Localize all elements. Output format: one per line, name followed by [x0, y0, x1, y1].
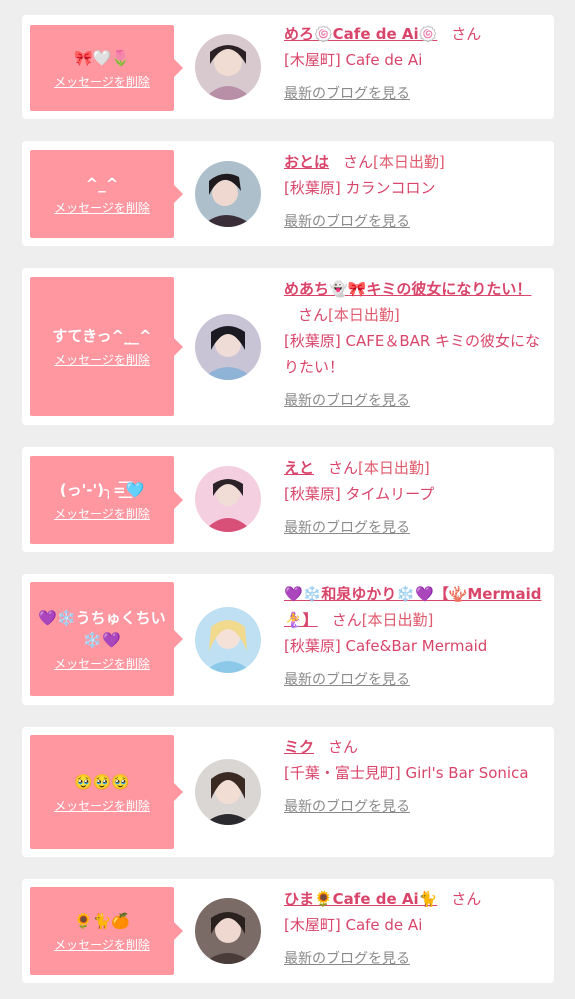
delete-message-link[interactable]: メッセージを削除: [54, 797, 150, 814]
name-line: ミク さん: [284, 734, 546, 760]
name-line: えと さん[本日出勤]: [284, 455, 546, 481]
delete-message-link[interactable]: メッセージを削除: [54, 73, 150, 90]
message-text: 🥹🥹🥹: [73, 772, 131, 791]
name-line: めあち👻🎀キミの彼女になりたい！ さん[本日出勤]: [284, 276, 546, 328]
message-bubble: 🎀🤍🌷 メッセージを削除: [30, 25, 183, 111]
avatar[interactable]: [195, 466, 261, 532]
card-info: めあち👻🎀キミの彼女になりたい！ さん[本日出勤] [秋葉原] CAFE＆BAR …: [284, 276, 546, 414]
honorific: さん: [451, 25, 482, 43]
avatar[interactable]: [195, 607, 261, 673]
message-text: (っ'-')╮=͟͟͞͞🩵: [59, 480, 145, 499]
card-info: ミク さん [千葉・富士見町] Girl's Bar Sonica 最新のブログを…: [284, 734, 546, 820]
cast-name-link[interactable]: おとは: [284, 153, 329, 171]
message-bubble: 💜❄️うちゅくちい❄️💜 メッセージを削除: [30, 582, 183, 696]
status-text: [本日出勤]: [358, 459, 430, 477]
cast-name-link[interactable]: めあち👻🎀キミの彼女になりたい！: [284, 280, 531, 298]
latest-blog-link[interactable]: 最新のブログを見る: [284, 667, 546, 693]
card-info: ひま🌻Cafe de Ai🐈 さん [木屋町] Cafe de Ai 最新のブログ…: [284, 886, 546, 972]
shop-name: [秋葉原] タイムリープ: [284, 485, 435, 503]
honorific: さん: [331, 611, 362, 629]
message-card: 🎀🤍🌷 メッセージを削除 めろ🍥Cafe de Ai🍥 さん [木屋町] Cafe…: [22, 15, 554, 119]
message-text: ^_^: [85, 174, 119, 193]
status-text: [本日出勤]: [328, 306, 400, 324]
cast-name-link[interactable]: ひま🌻Cafe de Ai🐈: [284, 890, 437, 908]
message-card: ^_^ メッセージを削除 おとは さん[本日出勤] [秋葉原] カランコロン 最新…: [22, 141, 554, 246]
delete-message-link[interactable]: メッセージを削除: [54, 505, 150, 522]
message-bubble: ^_^ メッセージを削除: [30, 150, 183, 238]
honorific: さん: [451, 890, 482, 908]
latest-blog-link[interactable]: 最新のブログを見る: [284, 388, 546, 414]
cast-name-link[interactable]: めろ🍥Cafe de Ai🍥: [284, 25, 437, 43]
shop-name: [木屋町] Cafe de Ai: [284, 916, 423, 934]
avatar[interactable]: [195, 161, 261, 227]
name-line: めろ🍥Cafe de Ai🍥 さん: [284, 21, 546, 47]
message-text: 🎀🤍🌷: [73, 48, 131, 67]
message-bubble: すてきっ^_̮_^ メッセージを削除: [30, 277, 183, 416]
shop-name: [木屋町] Cafe de Ai: [284, 51, 423, 69]
delete-message-link[interactable]: メッセージを削除: [54, 351, 150, 368]
card-info: めろ🍥Cafe de Ai🍥 さん [木屋町] Cafe de Ai 最新のブログ…: [284, 21, 546, 107]
message-card: すてきっ^_̮_^ メッセージを削除 めあち👻🎀キミの彼女になりたい！ さん[本日…: [22, 268, 554, 425]
latest-blog-link[interactable]: 最新のブログを見る: [284, 209, 546, 235]
cast-name-link[interactable]: ミク: [284, 738, 314, 756]
message-text: 💜❄️うちゅくちい❄️💜: [38, 608, 166, 649]
message-bubble: (っ'-')╮=͟͟͞͞🩵 メッセージを削除: [30, 456, 183, 544]
latest-blog-link[interactable]: 最新のブログを見る: [284, 794, 546, 820]
name-line: おとは さん[本日出勤]: [284, 149, 546, 175]
status-text: [本日出勤]: [373, 153, 445, 171]
shop-name: [千葉・富士見町] Girl's Bar Sonica: [284, 764, 529, 782]
latest-blog-link[interactable]: 最新のブログを見る: [284, 946, 546, 972]
message-card: 💜❄️うちゅくちい❄️💜 メッセージを削除 💜❄️和泉ゆかり❄️💜【🪸Merma…: [22, 574, 554, 705]
name-line: 💜❄️和泉ゆかり❄️💜【🪸Mermaid🧜‍♀️】 さん[本日出勤]: [284, 581, 546, 633]
shop-name: [秋葉原] Cafe&Bar Mermaid: [284, 637, 488, 655]
avatar[interactable]: [195, 314, 261, 380]
latest-blog-link[interactable]: 最新のブログを見る: [284, 81, 546, 107]
card-info: 💜❄️和泉ゆかり❄️💜【🪸Mermaid🧜‍♀️】 さん[本日出勤] [秋葉原] …: [284, 581, 546, 693]
message-bubble: 🌻🐈🍊 メッセージを削除: [30, 887, 183, 975]
message-text: 🌻🐈🍊: [73, 911, 131, 930]
message-bubble: 🥹🥹🥹 メッセージを削除: [30, 735, 183, 849]
honorific: さん: [328, 459, 359, 477]
latest-blog-link[interactable]: 最新のブログを見る: [284, 515, 546, 541]
honorific: さん: [343, 153, 374, 171]
message-card: 🥹🥹🥹 メッセージを削除 ミク さん [千葉・富士見町] Girl's Bar S…: [22, 727, 554, 857]
status-text: [本日出勤]: [361, 611, 434, 629]
honorific: さん: [328, 738, 359, 756]
avatar[interactable]: [195, 34, 261, 100]
avatar[interactable]: [195, 759, 261, 825]
honorific: さん: [298, 306, 329, 324]
message-card: 🌻🐈🍊 メッセージを削除 ひま🌻Cafe de Ai🐈 さん [木屋町] Cafe…: [22, 879, 554, 983]
message-card: (っ'-')╮=͟͟͞͞🩵 メッセージを削除 えと さん[本日出勤] [秋葉原] …: [22, 447, 554, 552]
delete-message-link[interactable]: メッセージを削除: [54, 199, 150, 216]
card-info: えと さん[本日出勤] [秋葉原] タイムリープ 最新のブログを見る: [284, 455, 546, 541]
card-info: おとは さん[本日出勤] [秋葉原] カランコロン 最新のブログを見る: [284, 149, 546, 235]
shop-name: [秋葉原] CAFE＆BAR キミの彼女になりたい！: [284, 332, 541, 376]
shop-name: [秋葉原] カランコロン: [284, 179, 436, 197]
message-text: すてきっ^_̮_^: [52, 327, 152, 345]
delete-message-link[interactable]: メッセージを削除: [54, 655, 150, 672]
cast-name-link[interactable]: えと: [284, 459, 314, 477]
name-line: ひま🌻Cafe de Ai🐈 さん: [284, 886, 546, 912]
avatar[interactable]: [195, 898, 261, 964]
delete-message-link[interactable]: メッセージを削除: [54, 936, 150, 953]
